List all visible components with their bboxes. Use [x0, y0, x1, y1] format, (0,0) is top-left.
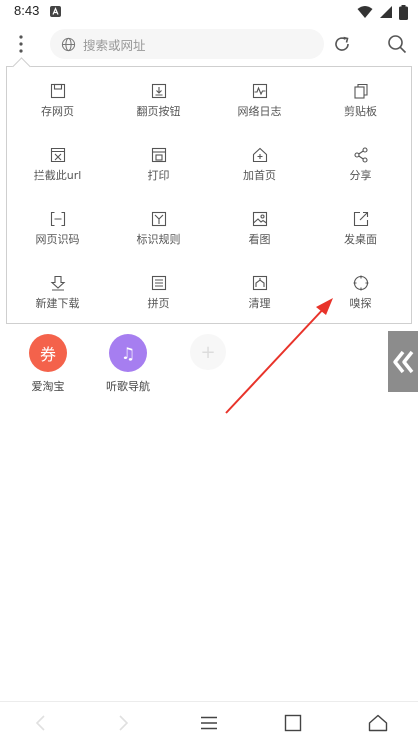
- block-url-icon: [50, 147, 65, 163]
- menu-item-send-desktop[interactable]: 发桌面: [310, 195, 411, 259]
- search-icon[interactable]: [386, 33, 408, 55]
- forward-button[interactable]: [111, 710, 137, 736]
- page-turn-icon: [151, 83, 166, 99]
- status-time: 8:43: [14, 3, 40, 18]
- back-button[interactable]: [27, 710, 53, 736]
- menu-item-label: 新建下载: [35, 297, 80, 310]
- shortcut-music-nav[interactable]: ♫ 听歌导航: [96, 334, 160, 394]
- side-drawer-tab[interactable]: [388, 331, 418, 392]
- chevron-right-icon: [119, 715, 129, 731]
- notification-icon: [50, 6, 61, 17]
- menu-item-mark-rule[interactable]: 标识规则: [108, 195, 209, 259]
- network-log-icon: [252, 83, 267, 99]
- status-bar: 8:43: [0, 0, 418, 24]
- add-homepage-icon: [252, 147, 267, 163]
- add-shortcut-button[interactable]: +: [190, 334, 226, 370]
- signal-icon: [380, 6, 392, 18]
- menu-item-block-url[interactable]: 拦截此url: [7, 131, 108, 195]
- new-download-icon: [50, 275, 65, 291]
- menu-item-label: 看图: [248, 233, 271, 246]
- menu-item-label: 嗅探: [349, 297, 372, 310]
- hamburger-icon: [201, 716, 217, 730]
- sniff-icon: [353, 275, 368, 291]
- menu-item-label: 打印: [147, 169, 170, 182]
- system-icons: [357, 4, 408, 20]
- globe-icon: [61, 37, 76, 51]
- mark-rule-icon: [151, 211, 166, 227]
- refresh-icon[interactable]: [331, 33, 353, 55]
- square-icon: [284, 714, 302, 732]
- menu-item-clipboard[interactable]: 剪贴板: [310, 67, 411, 131]
- menu-lines-button[interactable]: [196, 710, 222, 736]
- menu-item-label: 拦截此url: [33, 169, 82, 182]
- share-icon: [353, 147, 368, 163]
- scan-code-icon: [50, 211, 65, 227]
- shortcut-label: 爱淘宝: [31, 380, 65, 393]
- wifi-icon: [357, 6, 373, 18]
- shortcut-music-nav-icon: ♫: [109, 334, 147, 372]
- home-button[interactable]: [365, 710, 391, 736]
- home-icon: [368, 714, 388, 732]
- menu-item-print[interactable]: 打印: [108, 131, 209, 195]
- menu-item-add-homepage[interactable]: 加首页: [209, 131, 310, 195]
- chevron-left-icon: [35, 715, 45, 731]
- view-image-icon: [252, 211, 267, 227]
- menu-item-page-turn-button[interactable]: 翻页按钮: [108, 67, 209, 131]
- menu-item-merge-page[interactable]: 拼页: [108, 259, 209, 323]
- browser-toolbar: 搜索或网址: [0, 26, 418, 62]
- shortcut-ai-taobao-icon: 券: [29, 334, 67, 372]
- menu-item-label: 加首页: [243, 169, 276, 182]
- menu-item-scan-code[interactable]: 网页识码: [7, 195, 108, 259]
- send-desktop-icon: [353, 211, 368, 227]
- print-icon: [151, 147, 166, 163]
- tools-menu-panel: 存网页 翻页按钮 网络日志 剪贴板 拦截此url 打印 加首页 分享 网页识码 …: [6, 66, 412, 324]
- tabs-button[interactable]: [280, 710, 306, 736]
- more-vertical-icon: [19, 35, 23, 53]
- shortcut-label: 听歌导航: [106, 380, 150, 393]
- address-bar-placeholder: 搜索或网址: [83, 37, 146, 53]
- menu-item-label: 剪贴板: [344, 105, 377, 118]
- plus-icon: +: [200, 341, 216, 363]
- save-page-icon: [50, 83, 65, 99]
- menu-item-label: 标识规则: [136, 233, 181, 246]
- menu-item-label: 翻页按钮: [136, 105, 181, 118]
- menu-item-label: 分享: [349, 169, 372, 182]
- menu-item-label: 清理: [248, 297, 271, 310]
- clipboard-icon: [353, 83, 368, 99]
- menu-item-network-log[interactable]: 网络日志: [209, 67, 310, 131]
- menu-item-label: 网页识码: [35, 233, 80, 246]
- battery-icon: [399, 4, 408, 20]
- merge-page-icon: [151, 275, 166, 291]
- menu-item-view-image[interactable]: 看图: [209, 195, 310, 259]
- tools-menu-grid: 存网页 翻页按钮 网络日志 剪贴板 拦截此url 打印 加首页 分享 网页识码 …: [7, 67, 411, 323]
- bottom-navigation: [0, 701, 418, 743]
- clean-icon: [252, 275, 267, 291]
- address-bar[interactable]: 搜索或网址: [50, 29, 324, 59]
- menu-item-label: 网络日志: [237, 105, 282, 118]
- double-chevron-left-icon: [393, 350, 414, 373]
- menu-item-share[interactable]: 分享: [310, 131, 411, 195]
- menu-button[interactable]: [10, 30, 32, 58]
- menu-item-label: 发桌面: [344, 233, 377, 246]
- menu-item-label: 拼页: [147, 297, 170, 310]
- shortcut-ai-taobao[interactable]: 券 爱淘宝: [16, 334, 80, 394]
- menu-item-clean[interactable]: 清理: [209, 259, 310, 323]
- menu-item-label: 存网页: [41, 105, 74, 118]
- menu-item-save-page[interactable]: 存网页: [7, 67, 108, 131]
- menu-item-new-download[interactable]: 新建下载: [7, 259, 108, 323]
- menu-item-sniff[interactable]: 嗅探: [310, 259, 411, 323]
